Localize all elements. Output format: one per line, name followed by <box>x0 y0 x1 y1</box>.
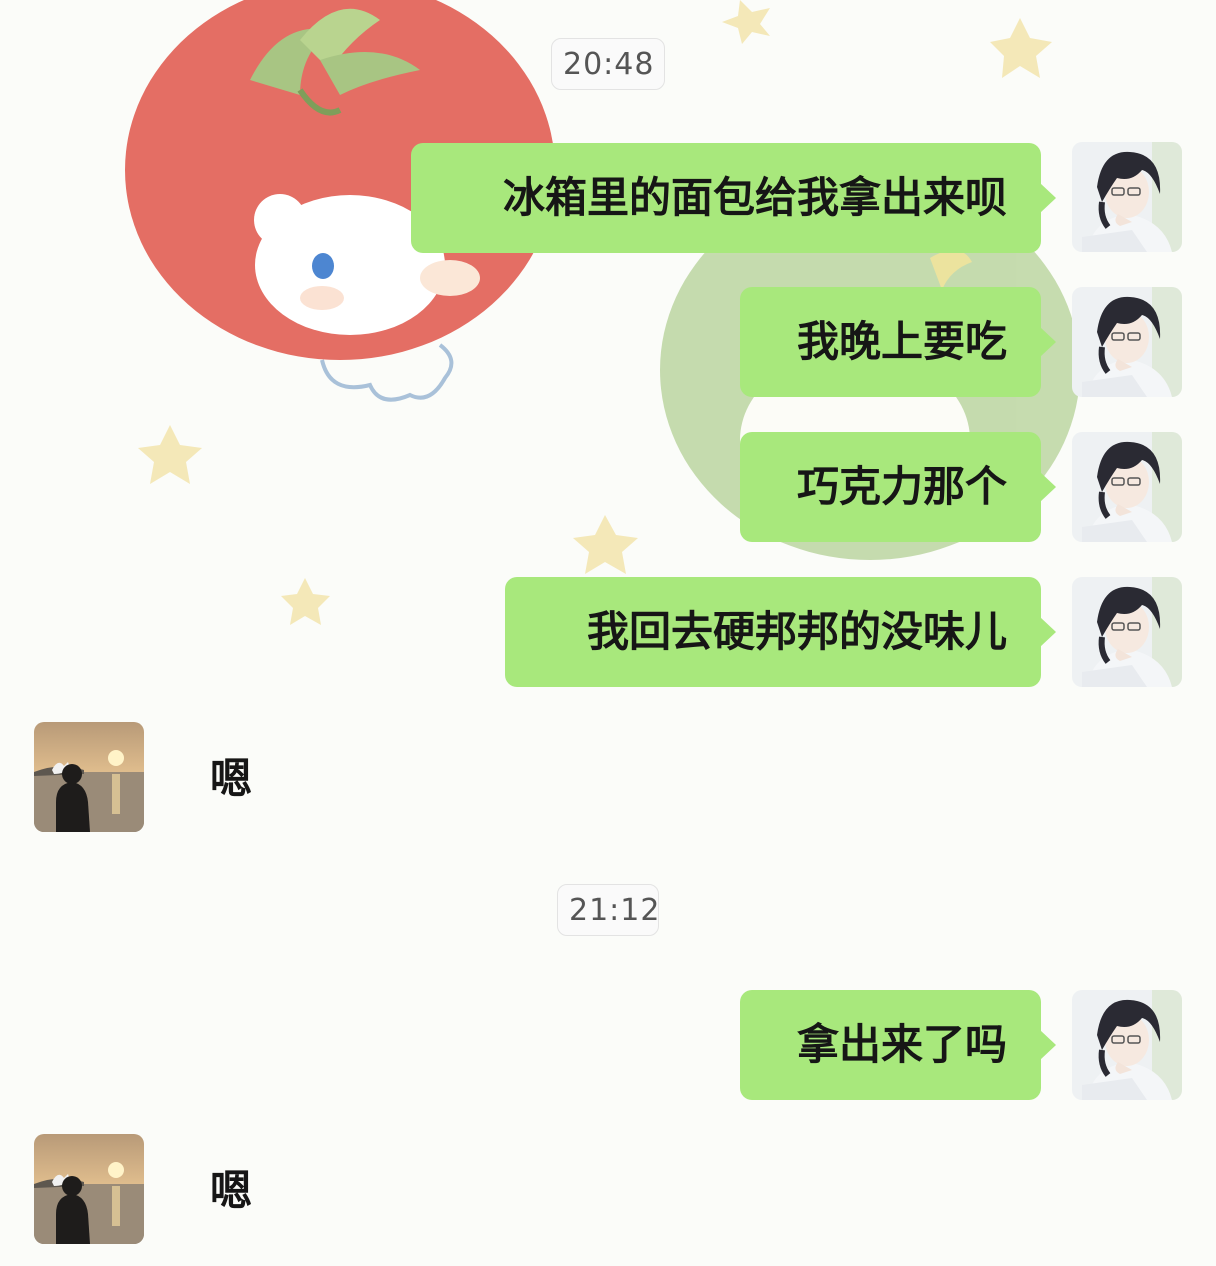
message-text: 我回去硬邦邦的没味儿 <box>586 607 1007 656</box>
outgoing-message-bubble[interactable]: 我晚上要吃 <box>740 287 1056 397</box>
incoming-message-text[interactable]: 嗯 <box>210 724 252 834</box>
anime-boy-avatar-icon <box>1072 577 1182 687</box>
sunset-silhouette-avatar-icon <box>34 1134 144 1244</box>
bubble-tail <box>1040 617 1056 647</box>
message-text: 巧克力那个 <box>796 462 1007 511</box>
contact-avatar[interactable] <box>34 722 144 832</box>
outgoing-message-bubble[interactable]: 冰箱里的面包给我拿出来呗 <box>411 143 1056 253</box>
bubble-tail <box>1040 327 1056 357</box>
chat-message-list[interactable]: 20:48 冰箱里的面包给我拿出来呗 我晚上要吃 巧克力那个 我回去硬邦邦的没味… <box>0 0 1216 1266</box>
my-avatar[interactable] <box>1072 287 1182 397</box>
sunset-silhouette-avatar-icon <box>34 722 144 832</box>
my-avatar[interactable] <box>1072 142 1182 252</box>
incoming-message-text[interactable]: 嗯 <box>210 1136 252 1246</box>
contact-avatar[interactable] <box>34 1134 144 1244</box>
bubble-tail <box>1040 183 1056 213</box>
anime-boy-avatar-icon <box>1072 287 1182 397</box>
message-text: 我晚上要吃 <box>796 317 1007 366</box>
bubble-tail <box>1040 1030 1056 1060</box>
anime-boy-avatar-icon <box>1072 432 1182 542</box>
anime-boy-avatar-icon <box>1072 142 1182 252</box>
my-avatar[interactable] <box>1072 577 1182 687</box>
outgoing-message-bubble[interactable]: 巧克力那个 <box>740 432 1056 542</box>
anime-boy-avatar-icon <box>1072 990 1182 1100</box>
my-avatar[interactable] <box>1072 990 1182 1100</box>
outgoing-message-bubble[interactable]: 我回去硬邦邦的没味儿 <box>505 577 1056 687</box>
message-text: 拿出来了吗 <box>796 1020 1007 1069</box>
bubble-tail <box>1040 472 1056 502</box>
timestamp: 20:48 <box>551 38 665 90</box>
outgoing-message-bubble[interactable]: 拿出来了吗 <box>740 990 1056 1100</box>
message-text: 冰箱里的面包给我拿出来呗 <box>502 173 1007 222</box>
my-avatar[interactable] <box>1072 432 1182 542</box>
timestamp: 21:12 <box>557 884 659 936</box>
